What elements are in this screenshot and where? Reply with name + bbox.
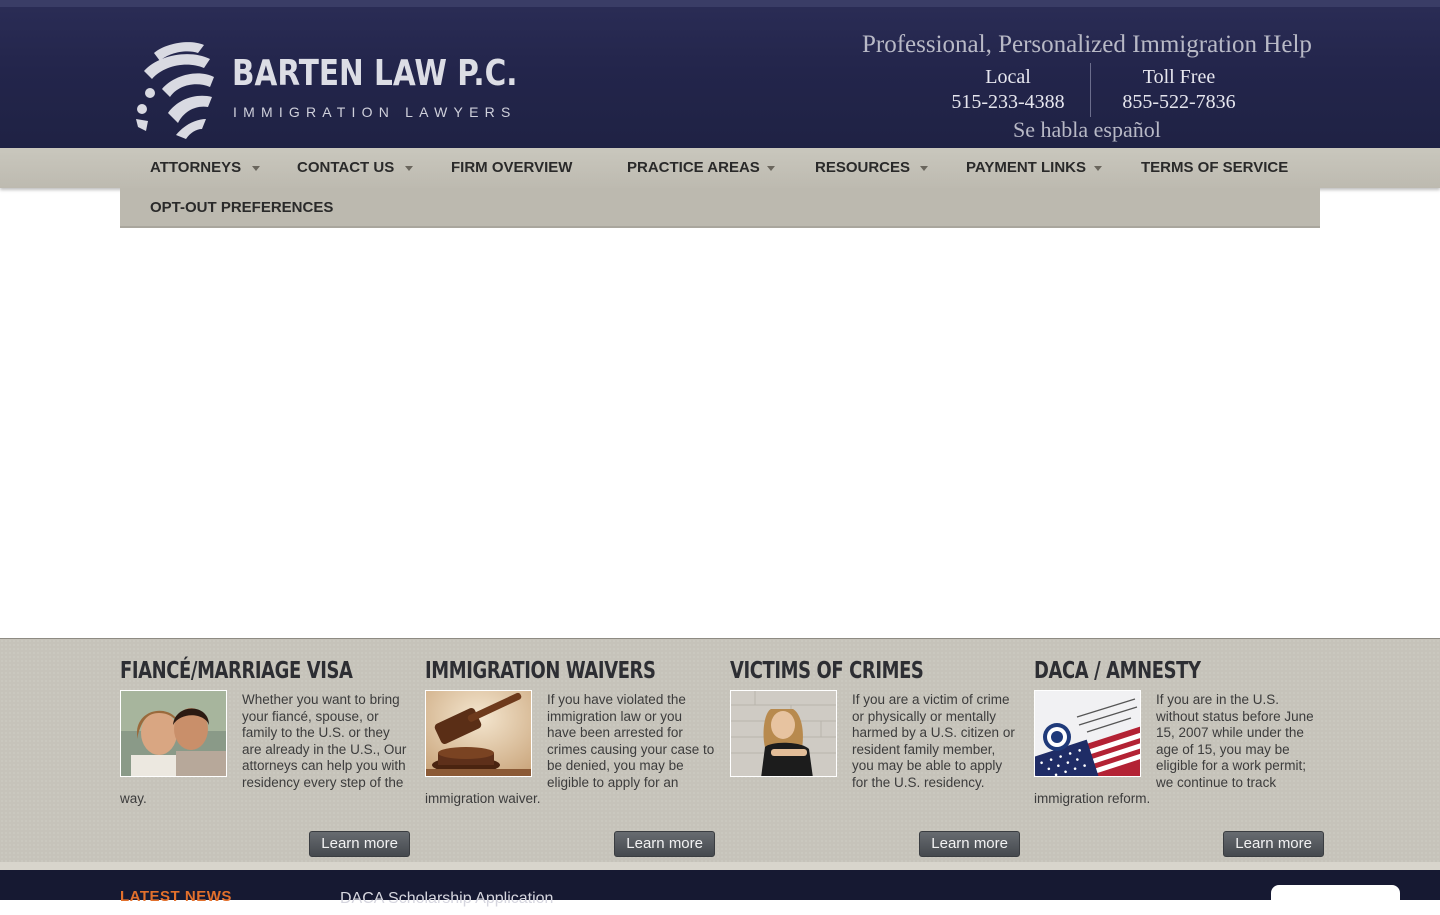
site-logo[interactable]: BARTEN LAW P.C. IMMIGRATION LAWYERS	[132, 35, 518, 139]
sad-woman-photo[interactable]	[730, 690, 837, 777]
phone-local-label: Local	[985, 66, 1031, 88]
feature-title[interactable]: FIANCÉ/MARRIAGE VISA	[120, 657, 353, 687]
nav-label: TERMS OF SERVICE	[1141, 159, 1289, 176]
uscis-flag-photo-image	[1035, 691, 1140, 776]
logo-subtitle: IMMIGRATION LAWYERS	[233, 104, 517, 120]
features-band: FIANCÉ/MARRIAGE VISA Whether you want to…	[0, 638, 1440, 870]
caret-down-icon	[920, 166, 928, 171]
nav-item-resources[interactable]: RESOURCES	[815, 148, 928, 188]
phone-divider	[1090, 63, 1091, 117]
couple-photo-image	[121, 691, 226, 776]
site-footer: LATEST NEWS DACA Scholarship Application	[0, 870, 1440, 915]
phone-toll-free: Toll Free 855-522-7836	[1094, 65, 1264, 115]
phone-toll-label: Toll Free	[1142, 66, 1216, 88]
feature-daca-amnesty: DACA / AMNESTY If you are in the U.S. wi…	[1034, 657, 1324, 857]
nav-item-contact-us[interactable]: CONTACT US	[297, 148, 413, 188]
features-bottom-strip	[0, 862, 1440, 870]
caret-down-icon	[252, 166, 260, 171]
uscis-flag-photo[interactable]	[1034, 690, 1141, 777]
learn-more-button[interactable]: Learn more	[1223, 831, 1324, 857]
logo-name: BARTEN LAW P.C.	[232, 53, 518, 94]
learn-more-button[interactable]: Learn more	[309, 831, 410, 857]
header-tagline: Professional, Personalized Immigration H…	[862, 31, 1312, 58]
nav-label: OPT-OUT PREFERENCES	[150, 199, 334, 216]
caret-down-icon	[1094, 166, 1102, 171]
learn-more-button[interactable]: Learn more	[614, 831, 715, 857]
nav-label: CONTACT US	[297, 159, 395, 176]
news-item-link[interactable]: DACA Scholarship Application	[340, 890, 553, 908]
spanish-note: Se habla español	[1013, 117, 1161, 142]
phone-toll-number[interactable]: 855-522-7836	[1094, 89, 1264, 115]
phone-local-number[interactable]: 515-233-4388	[923, 89, 1093, 115]
nav-label: ATTORNEYS	[150, 159, 242, 176]
main-nav-row-2: OPT-OUT PREFERENCES	[120, 188, 1320, 228]
gavel-photo-image	[426, 691, 531, 776]
feature-title[interactable]: IMMIGRATION WAIVERS	[425, 657, 656, 687]
caret-down-icon	[767, 166, 775, 171]
feature-title[interactable]: VICTIMS OF CRIMES	[730, 657, 956, 687]
nav-label: RESOURCES	[815, 159, 911, 176]
feature-title[interactable]: DACA / AMNESTY	[1034, 657, 1260, 687]
feature-immigration-waivers: IMMIGRATION WAIVERS If you have violated…	[425, 657, 715, 857]
nav-item-opt-out-preferences[interactable]: OPT-OUT PREFERENCES	[150, 188, 333, 228]
main-nav: ATTORNEYS CONTACT US FIRM OVERVIEW PRACT…	[0, 148, 1440, 188]
feature-fiance-marriage-visa: FIANCÉ/MARRIAGE VISA Whether you want to…	[120, 657, 410, 857]
sad-woman-photo-image	[731, 691, 836, 776]
caret-down-icon	[405, 166, 413, 171]
feature-victims-of-crimes: VICTIMS OF CRIMES If you are a victim of…	[730, 657, 1020, 857]
phone-local: Local 515-233-4388	[923, 65, 1093, 115]
latest-news-heading: LATEST NEWS	[120, 888, 232, 905]
couple-photo[interactable]	[120, 690, 227, 777]
nav-label: PAYMENT LINKS	[966, 159, 1087, 176]
nav-item-attorneys[interactable]: ATTORNEYS	[150, 148, 260, 188]
nav-item-payment-links[interactable]: PAYMENT LINKS	[966, 148, 1102, 188]
learn-more-button[interactable]: Learn more	[919, 831, 1020, 857]
nav-item-firm-overview[interactable]: FIRM OVERVIEW	[451, 148, 572, 188]
site-header: BARTEN LAW P.C. IMMIGRATION LAWYERS Prof…	[0, 0, 1440, 148]
gavel-photo[interactable]	[425, 690, 532, 777]
nav-label: PRACTICE AREAS	[627, 159, 760, 176]
nav-item-terms-of-service[interactable]: TERMS OF SERVICE	[1141, 148, 1288, 188]
nav-label: FIRM OVERVIEW	[451, 159, 573, 176]
logo-mark-icon	[136, 42, 214, 139]
nav-item-practice-areas[interactable]: PRACTICE AREAS	[627, 148, 775, 188]
footer-widget[interactable]	[1271, 885, 1400, 915]
